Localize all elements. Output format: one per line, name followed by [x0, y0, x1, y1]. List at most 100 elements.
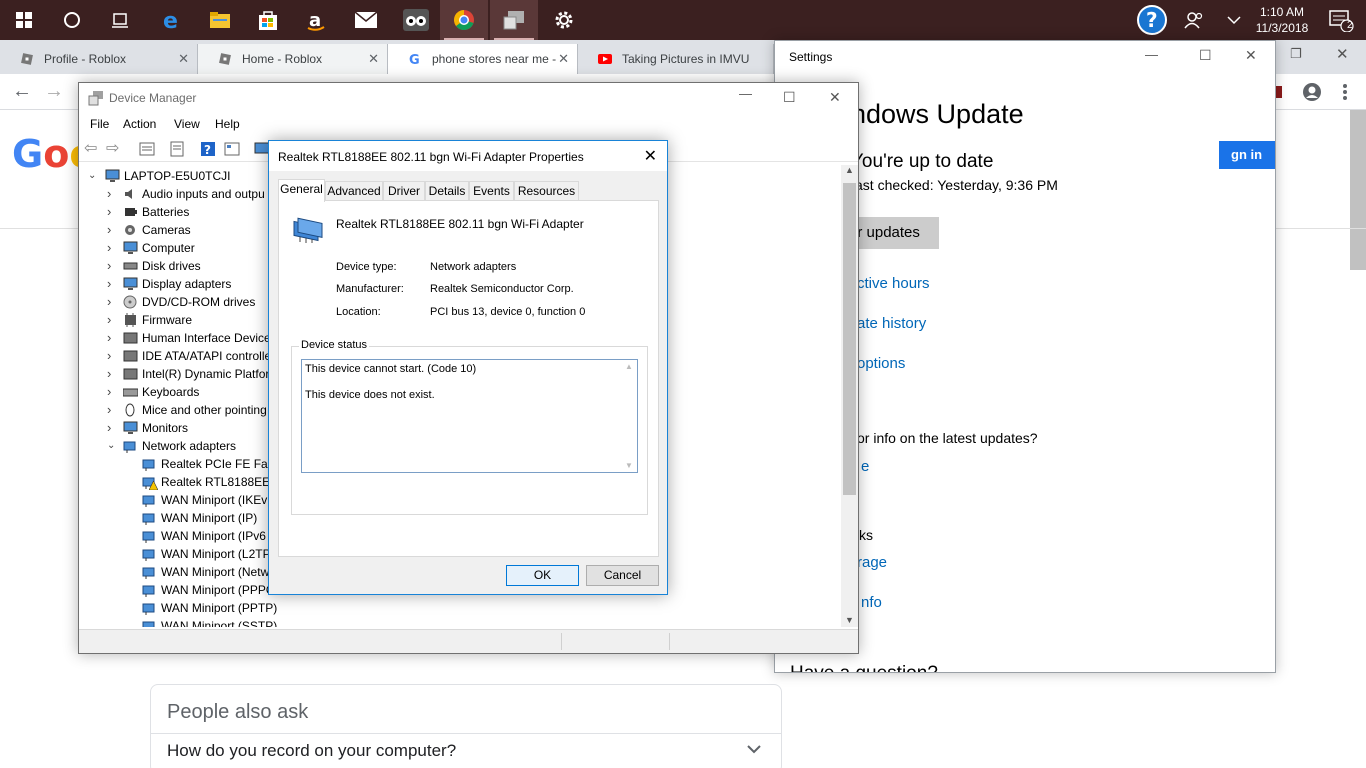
network-icon: [142, 495, 155, 507]
chevron-right-icon[interactable]: ›: [107, 348, 111, 363]
browser-tab-phone-stores[interactable]: G phone stores near me - ✕: [388, 44, 578, 74]
tab-resources[interactable]: Resources: [514, 181, 579, 201]
cancel-button[interactable]: Cancel: [586, 565, 659, 586]
settings-taskbar-button[interactable]: [540, 0, 588, 40]
chevron-up-icon: [1227, 16, 1241, 25]
action-center-button[interactable]: 2: [1316, 0, 1366, 40]
help-button[interactable]: ?: [1128, 0, 1176, 40]
close-tab-icon[interactable]: ✕: [558, 44, 569, 74]
scroll-down-arrow-icon[interactable]: ▼: [625, 461, 633, 470]
network-adapter-label: WAN Miniport (PPPO: [161, 583, 276, 597]
update-driver-toolbar-icon[interactable]: [169, 141, 185, 157]
browser-scrollbar-thumb[interactable]: [1350, 110, 1366, 270]
browser-close-icon[interactable]: ✕: [1336, 45, 1349, 63]
browser-restore-icon[interactable]: ❐: [1290, 46, 1302, 62]
device-type-label: Device type:: [336, 261, 397, 273]
minimize-icon[interactable]: —: [1145, 47, 1158, 62]
close-tab-icon[interactable]: ✕: [178, 44, 189, 74]
close-icon[interactable]: ✕: [644, 146, 657, 166]
tree-category-label: Intel(R) Dynamic Platfor: [142, 367, 270, 381]
browser-tab-profile-roblox[interactable]: Profile - Roblox ✕: [0, 44, 198, 74]
close-icon[interactable]: ✕: [829, 89, 841, 106]
mail-button[interactable]: [342, 0, 390, 40]
account-circle-icon[interactable]: [1302, 82, 1322, 102]
properties-toolbar-icon[interactable]: [139, 141, 155, 157]
update-history-link[interactable]: ate history: [857, 315, 926, 332]
menu-help[interactable]: Help: [215, 117, 240, 131]
browser-tab-home-roblox[interactable]: Home - Roblox ✕: [198, 44, 388, 74]
chevron-down-icon[interactable]: ⌄: [107, 440, 115, 451]
tab-advanced[interactable]: Advanced: [325, 181, 383, 201]
chevron-right-icon[interactable]: ›: [107, 312, 111, 327]
help-toolbar-icon[interactable]: ?: [200, 141, 216, 157]
tab-driver[interactable]: Driver: [383, 181, 425, 201]
menu-view[interactable]: View: [174, 117, 200, 131]
chevron-down-icon[interactable]: [747, 745, 761, 754]
tab-details[interactable]: Details: [425, 181, 469, 201]
scroll-down-arrow-icon[interactable]: ▼: [845, 615, 854, 625]
chevron-right-icon[interactable]: ›: [107, 420, 111, 435]
back-icon[interactable]: ⇦: [84, 138, 97, 158]
menu-file[interactable]: File: [90, 117, 109, 131]
forward-icon[interactable]: ⇨: [106, 138, 119, 158]
cortana-circle-icon: [64, 12, 80, 28]
close-tab-icon[interactable]: ✕: [368, 44, 379, 74]
chevron-right-icon[interactable]: ›: [107, 240, 111, 255]
scroll-up-arrow-icon[interactable]: ▲: [845, 165, 854, 175]
ok-button[interactable]: OK: [506, 565, 579, 586]
back-arrow-icon[interactable]: ←: [12, 80, 32, 103]
device-status-textbox[interactable]: This device cannot start. (Code 10) This…: [301, 359, 638, 473]
os-build-info-link[interactable]: nfo: [861, 594, 882, 611]
chevron-down-icon[interactable]: ⌄: [88, 170, 96, 181]
paa-question[interactable]: How do you record on your computer?: [167, 741, 456, 761]
store-button[interactable]: [244, 0, 292, 40]
file-explorer-button[interactable]: [196, 0, 244, 40]
start-button[interactable]: [0, 0, 48, 40]
chevron-right-icon[interactable]: ›: [107, 222, 111, 237]
chrome-button[interactable]: [440, 0, 488, 40]
google-sign-in-button[interactable]: gn in: [1219, 141, 1275, 169]
tab-events[interactable]: Events: [469, 181, 514, 201]
device-manager-taskbar-button[interactable]: [490, 0, 538, 40]
task-view-button[interactable]: [96, 0, 144, 40]
chevron-right-icon[interactable]: ›: [107, 294, 111, 309]
browser-menu-icon[interactable]: [1342, 83, 1348, 101]
device-tree-scrollbar[interactable]: ▲ ▼: [841, 165, 858, 627]
chevron-right-icon[interactable]: ›: [107, 186, 111, 201]
tree-category-label: Cameras: [142, 223, 191, 237]
maximize-icon[interactable]: ☐: [783, 89, 796, 106]
check-button-label: or updates: [849, 224, 920, 241]
tripadvisor-button[interactable]: [392, 0, 440, 40]
chevron-right-icon[interactable]: ›: [107, 384, 111, 399]
menu-action[interactable]: Action: [123, 117, 156, 131]
network-adapter-icon: [293, 217, 323, 243]
chevron-right-icon[interactable]: ›: [107, 276, 111, 291]
status-textbox-scrollbar[interactable]: ▲ ▼: [620, 360, 637, 472]
network-icon: [123, 441, 136, 453]
chevron-right-icon[interactable]: ›: [107, 204, 111, 219]
learn-more-link[interactable]: e: [861, 458, 869, 475]
advanced-options-link[interactable]: options: [857, 355, 905, 372]
manufacturer-label: Manufacturer:: [336, 283, 404, 295]
browser-tab-taking-pictures[interactable]: Taking Pictures in IMVU: [578, 44, 774, 74]
forward-arrow-icon[interactable]: →: [44, 80, 64, 103]
amazon-button[interactable]: a: [292, 0, 340, 40]
maximize-icon[interactable]: ☐: [1199, 47, 1212, 64]
scrollbar-thumb[interactable]: [843, 183, 856, 495]
tab-general[interactable]: General: [278, 179, 325, 202]
change-active-hours-link[interactable]: ctive hours: [857, 275, 930, 292]
chevron-right-icon[interactable]: ›: [107, 402, 111, 417]
edge-button[interactable]: e: [148, 0, 196, 40]
close-icon[interactable]: ✕: [1245, 47, 1257, 64]
hid-icon: [123, 332, 138, 344]
minimize-icon[interactable]: —: [739, 86, 752, 101]
battery-icon: [125, 208, 137, 216]
chevron-right-icon[interactable]: ›: [107, 258, 111, 273]
cortana-button[interactable]: [48, 0, 96, 40]
clock[interactable]: 1:10 AM 11/3/2018: [1242, 4, 1322, 36]
chevron-right-icon[interactable]: ›: [107, 366, 111, 381]
chevron-right-icon[interactable]: ›: [107, 330, 111, 345]
view-toolbar-icon[interactable]: [224, 141, 240, 157]
check-storage-link[interactable]: rage: [857, 554, 887, 571]
scroll-up-arrow-icon[interactable]: ▲: [625, 362, 633, 371]
